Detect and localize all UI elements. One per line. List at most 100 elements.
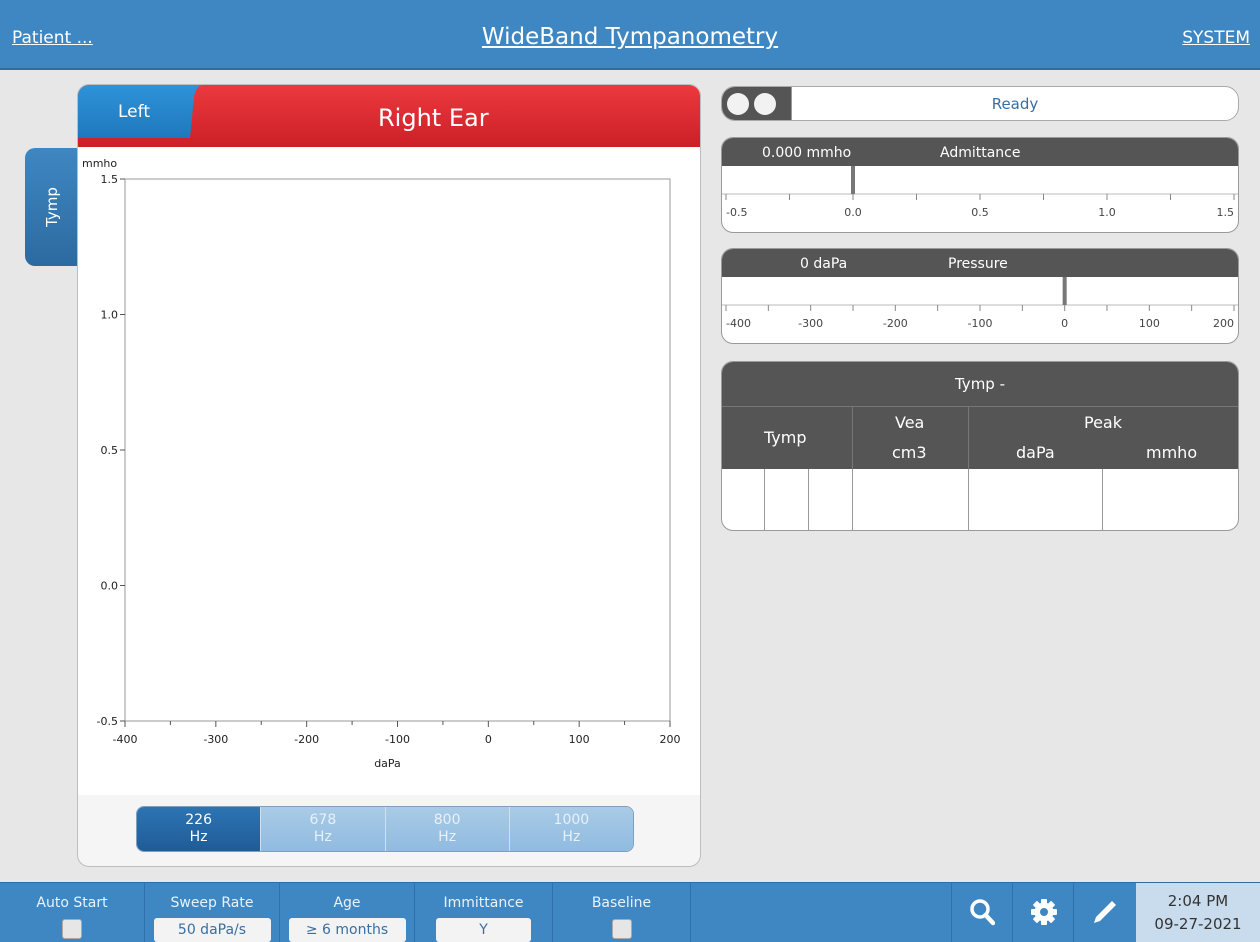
- age-button[interactable]: ≥ 6 months: [288, 918, 406, 942]
- y-tick-label: 0.5: [101, 444, 119, 457]
- auto-start-group: Auto Start: [0, 883, 145, 942]
- frequency-button-1000[interactable]: 1000 Hz: [509, 807, 633, 851]
- scale-label: 0.5: [971, 206, 989, 219]
- footer-toolbar: Auto Start Sweep Rate 50 daPa/s Age ≥ 6 …: [0, 882, 1260, 942]
- admittance-label: Admittance: [940, 145, 1021, 161]
- x-tick-label: 0: [485, 733, 492, 746]
- tab-tymp-label: Tymp: [42, 187, 61, 227]
- col-tymp: Tymp: [764, 428, 807, 447]
- pressure-scale: -400 -300 -200 -100 0 100 200: [722, 277, 1238, 330]
- x-tick-label: -300: [203, 733, 228, 746]
- pressure-gauge-header: 0 daPa Pressure: [722, 249, 1238, 277]
- x-axis-label: daPa: [374, 757, 401, 770]
- frequency-value: 800: [433, 812, 461, 828]
- y-tick-label: 1.5: [101, 173, 119, 186]
- x-tick-label: 200: [660, 733, 681, 746]
- frequency-button-800[interactable]: 800 Hz: [385, 807, 510, 851]
- scale-label: 0.0: [844, 206, 862, 219]
- immittance-group: Immittance Y: [415, 883, 553, 942]
- frequency-unit: Hz: [189, 829, 208, 845]
- x-tick-label: 100: [569, 733, 590, 746]
- edit-button[interactable]: [1073, 883, 1133, 942]
- admittance-gauge-header: 0.000 mmho Admittance: [722, 138, 1238, 166]
- pressure-label: Pressure: [948, 256, 1008, 272]
- page-title-text: WideBand Tympanometry: [481, 24, 779, 50]
- header-divider: [722, 406, 1238, 407]
- frequency-button-678[interactable]: 678 Hz: [261, 807, 386, 851]
- x-tick-label: -400: [113, 733, 138, 746]
- status-text: Ready: [991, 95, 1039, 113]
- y-axis-label: mmho: [82, 157, 117, 170]
- status-indicator: Ready: [721, 86, 1239, 121]
- left-ear-tab-edge: [190, 85, 204, 138]
- auto-start-label: Auto Start: [36, 895, 108, 911]
- ear-header: Left Right Ear: [78, 85, 700, 147]
- frequency-value: 226: [185, 812, 212, 828]
- system-link[interactable]: SYSTEM: [1182, 28, 1250, 48]
- settings-button[interactable]: [1012, 883, 1072, 942]
- frequency-unit: Hz: [438, 829, 457, 845]
- gauge-needle: [851, 166, 855, 194]
- plot-frame: [124, 178, 671, 722]
- y-tick-label: 1.0: [101, 309, 119, 322]
- baseline-group: Baseline: [553, 883, 691, 942]
- gear-icon: [1031, 899, 1057, 925]
- auto-start-checkbox[interactable]: [62, 919, 82, 939]
- left-ear-tab[interactable]: Left: [78, 85, 190, 138]
- sweep-rate-button[interactable]: 50 daPa/s: [153, 918, 271, 942]
- x-tick-label: -200: [294, 733, 319, 746]
- tab-tymp[interactable]: Tymp: [25, 148, 78, 266]
- y-tick-label: 0.0: [101, 580, 119, 593]
- frequency-value: 678: [309, 812, 337, 828]
- scale-label: 0: [1061, 317, 1068, 330]
- tympanogram-svg: mmho 1.5 1.0 0.5 0.0 -0.5 -400 -300 -200 -100 0 100…: [82, 157, 681, 770]
- col-vea: Vea: [895, 413, 925, 432]
- scale-label: -100: [968, 317, 993, 330]
- sweep-rate-group: Sweep Rate 50 daPa/s: [145, 883, 280, 942]
- baseline-label: Baseline: [591, 895, 652, 911]
- x-tick-label: -100: [385, 733, 410, 746]
- results-table-header: Tymp - Tymp Vea cm3 Peak daPa mmho: [722, 362, 1238, 469]
- pressure-value: 0 daPa: [800, 256, 848, 272]
- col-peak-dapa: daPa: [1016, 443, 1055, 462]
- admittance-scale: -0.5 0.0 0.5 1.0 1.5: [722, 166, 1238, 219]
- current-date: 09-27-2021: [1154, 915, 1242, 933]
- baseline-checkbox[interactable]: [611, 919, 632, 939]
- search-icon: [970, 899, 995, 926]
- immittance-button[interactable]: Y: [436, 918, 531, 942]
- cell-divider: [852, 469, 853, 530]
- cell-divider: [808, 469, 809, 530]
- cell-divider: [968, 469, 969, 530]
- page-title: WideBand Tympanometry: [0, 24, 1260, 50]
- gauge-needle: [1062, 277, 1067, 305]
- right-ear-title: Right Ear: [378, 104, 489, 132]
- scale-label: 1.5: [1217, 206, 1235, 219]
- cell-divider: [764, 469, 765, 530]
- col-divider: [852, 406, 853, 469]
- sweep-rate-label: Sweep Rate: [170, 895, 254, 911]
- frequency-button-226[interactable]: 226 Hz: [137, 807, 262, 851]
- frequency-unit: Hz: [313, 829, 332, 845]
- immittance-label: Immittance: [443, 895, 524, 911]
- scale-label: -0.5: [726, 206, 747, 219]
- admittance-gauge: 0.000 mmho Admittance -0.5 0.0 0.5 1.0 1.5: [721, 137, 1239, 233]
- cell-divider: [1102, 469, 1103, 530]
- age-group: Age ≥ 6 months: [280, 883, 415, 942]
- col-peak-mmho: mmho: [1146, 443, 1198, 462]
- col-vea-unit: cm3: [892, 443, 927, 462]
- search-button[interactable]: [951, 883, 1011, 942]
- frequency-selector: 226 Hz 678 Hz 800 Hz 1000 Hz: [136, 806, 634, 852]
- scale-label: 200: [1213, 317, 1234, 330]
- scale-label: 1.0: [1098, 206, 1116, 219]
- results-table-title: Tymp -: [954, 375, 1006, 393]
- scale-label: -200: [883, 317, 908, 330]
- y-tick-label: -0.5: [97, 715, 118, 728]
- tymp-results-table: Tymp - Tymp Vea cm3 Peak daPa mmho: [721, 361, 1239, 531]
- pencil-icon: [1094, 901, 1116, 923]
- admittance-value: 0.000 mmho: [762, 145, 852, 161]
- status-lights: [722, 87, 792, 120]
- age-label: Age: [333, 895, 361, 911]
- app-header: Patient ... WideBand Tympanometry SYSTEM: [0, 0, 1260, 70]
- left-ear-tab-label: Left: [118, 102, 150, 122]
- col-divider: [968, 406, 969, 469]
